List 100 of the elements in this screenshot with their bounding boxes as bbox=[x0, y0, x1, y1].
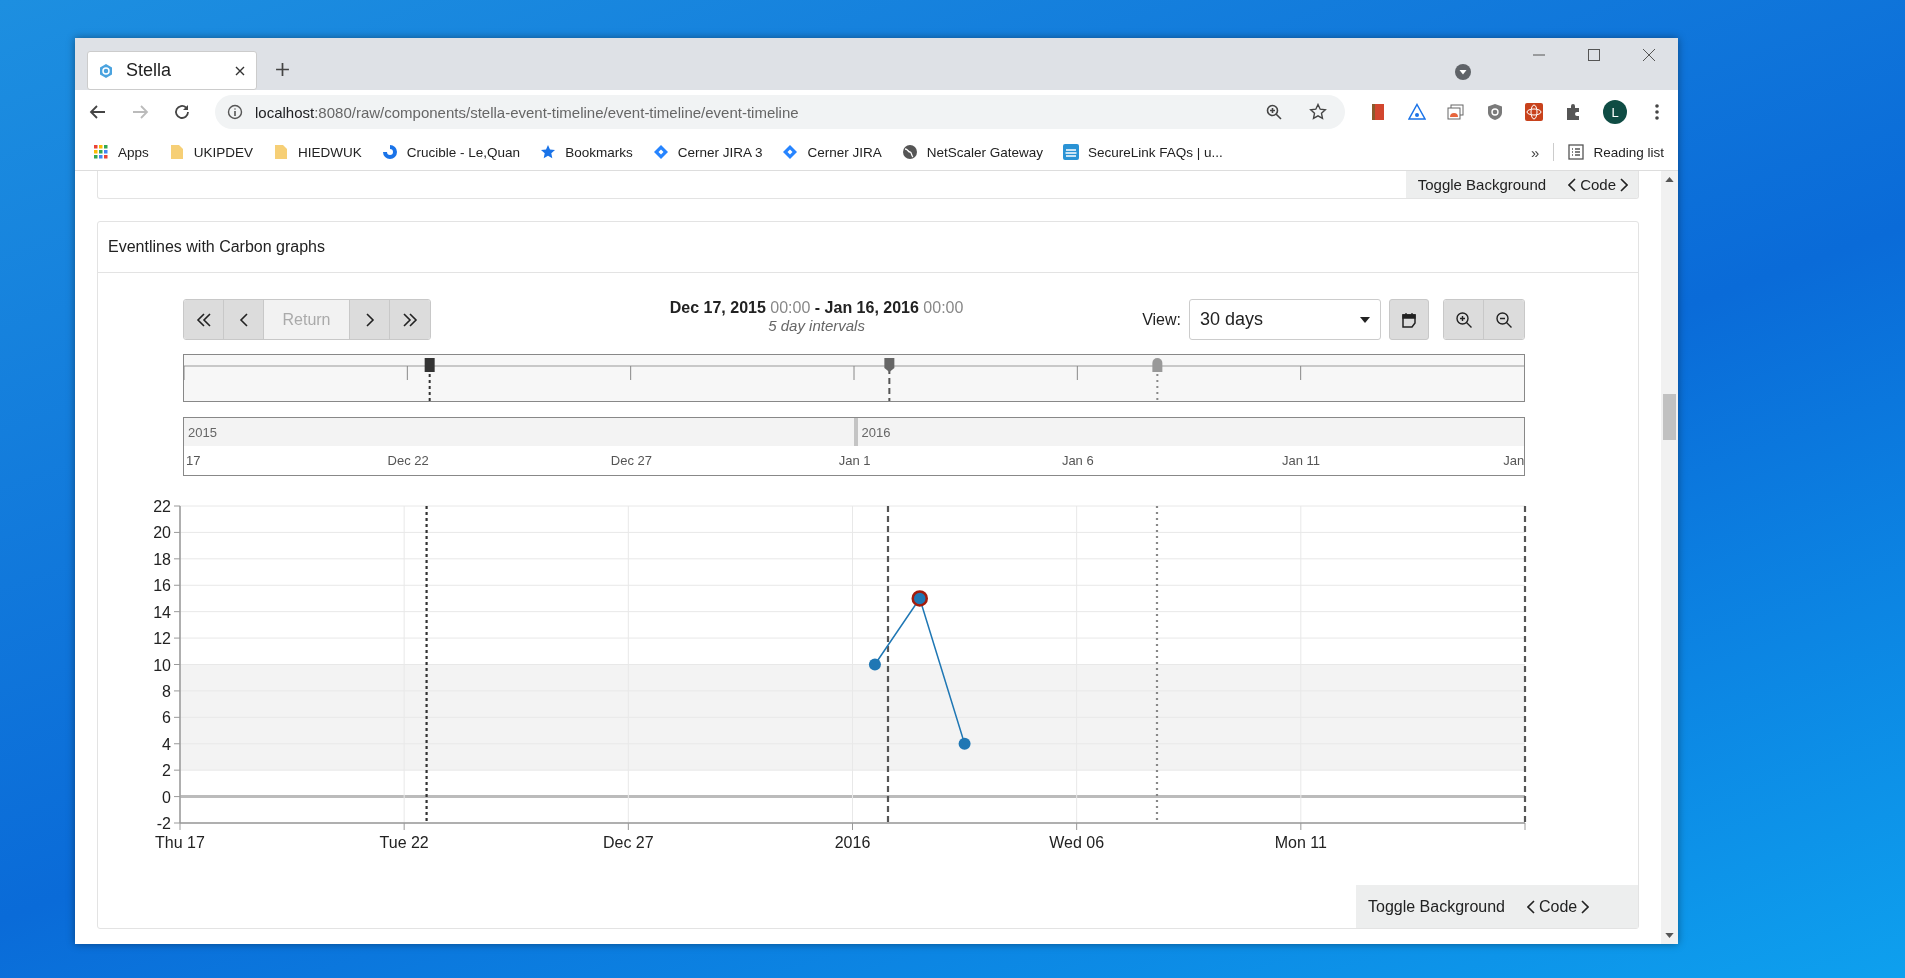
zoom-icon[interactable] bbox=[1265, 103, 1283, 121]
bookmark-item[interactable]: Crucible - Le,Quan bbox=[381, 144, 521, 160]
axis-label: -2 bbox=[156, 815, 171, 832]
selected-data-point[interactable] bbox=[911, 590, 928, 607]
interval-text: 5 day intervals bbox=[767, 317, 866, 334]
axis-label: 0 bbox=[162, 788, 171, 806]
view-select[interactable]: 30 days bbox=[1189, 299, 1381, 340]
axis-label: Tue 22 bbox=[379, 834, 429, 851]
code-button[interactable]: Code bbox=[1515, 885, 1600, 928]
toggle-background-button[interactable]: Toggle Background bbox=[1356, 885, 1515, 928]
event-marker[interactable] bbox=[884, 358, 895, 402]
chevron-left-icon bbox=[1568, 177, 1577, 192]
book-icon[interactable] bbox=[1369, 103, 1387, 121]
close-icon[interactable] bbox=[234, 64, 246, 77]
bookmark-item[interactable]: NetScaler Gateway bbox=[901, 144, 1044, 160]
data-point[interactable] bbox=[958, 737, 971, 750]
maximize-icon[interactable] bbox=[1587, 48, 1601, 62]
scrollbar[interactable] bbox=[1661, 171, 1678, 944]
bookmark-label: SecureLink FAQs | u... bbox=[1088, 144, 1223, 160]
axis-label: 2016 bbox=[834, 834, 871, 851]
axis-label: 16 bbox=[153, 577, 171, 595]
atom-icon[interactable] bbox=[1525, 103, 1543, 121]
date-label: Jan 1 bbox=[838, 453, 871, 468]
year-label: 2015 bbox=[188, 424, 217, 440]
dropdown-icon[interactable] bbox=[1455, 64, 1471, 80]
diamond-icon bbox=[782, 144, 799, 160]
scrollbar-thumb[interactable] bbox=[1663, 394, 1676, 440]
info-icon bbox=[227, 104, 243, 120]
bookmark-item[interactable]: UKIPDEV bbox=[168, 144, 254, 160]
bookmark-item[interactable]: Cerner JIRA 3 bbox=[652, 144, 763, 160]
bookmark-item[interactable]: Cerner JIRA bbox=[782, 144, 882, 160]
swirl-icon bbox=[381, 144, 398, 160]
puzzle-icon[interactable] bbox=[1564, 103, 1582, 121]
double-chevron-left-icon bbox=[195, 311, 212, 328]
folder-icon bbox=[273, 144, 290, 160]
profile-avatar[interactable]: L bbox=[1603, 100, 1627, 124]
chevron-right-icon bbox=[1620, 177, 1628, 192]
axis-label: Wed 06 bbox=[1049, 834, 1105, 851]
bookmark-label: Cerner JIRA bbox=[807, 144, 882, 160]
apps-grid-icon bbox=[93, 144, 109, 160]
axis-label: 4 bbox=[162, 735, 171, 753]
event-marker[interactable] bbox=[424, 358, 435, 402]
bookmark-label: HIEDWUK bbox=[298, 144, 362, 160]
previous-button[interactable] bbox=[224, 300, 264, 339]
star-icon[interactable] bbox=[1309, 103, 1327, 121]
bookmark-label: Apps bbox=[118, 144, 149, 160]
date-label: Jan 11 bbox=[1281, 453, 1321, 468]
browser-tab[interactable]: Stella bbox=[87, 51, 257, 90]
triangle-icon[interactable] bbox=[1408, 103, 1426, 121]
chevron-left-icon bbox=[1527, 899, 1535, 914]
bookmark-label: Crucible - Le,Quan bbox=[406, 144, 521, 160]
double-chevron-right-icon bbox=[402, 311, 418, 328]
date-label: Dec 22 bbox=[387, 453, 429, 468]
last-page-button[interactable] bbox=[390, 300, 430, 339]
card-title: Eventlines with Carbon graphs bbox=[108, 238, 325, 256]
calendar-icon bbox=[1401, 311, 1417, 328]
zoom-out-button[interactable] bbox=[1484, 300, 1524, 339]
zoom-out-icon bbox=[1495, 310, 1513, 329]
calendar-button[interactable] bbox=[1389, 299, 1429, 340]
bookmark-item[interactable]: SecureLink FAQs | u... bbox=[1063, 144, 1223, 160]
zoom-in-icon bbox=[1454, 310, 1473, 329]
toggle-background-button[interactable]: Toggle Background bbox=[1405, 171, 1557, 198]
next-button[interactable] bbox=[350, 300, 390, 339]
address-bar[interactable]: localhost:8080/raw/components/stella-event-timeline/event-timeline/event-timeline bbox=[215, 95, 1345, 129]
bookmark-label: Bookmarks bbox=[565, 144, 633, 160]
back-arrow-icon[interactable] bbox=[89, 103, 107, 121]
view-label: View: bbox=[1142, 310, 1181, 329]
axis-label: Dec 27 bbox=[603, 834, 654, 851]
hexagon-logo-icon bbox=[98, 62, 114, 79]
event-marker[interactable] bbox=[1152, 358, 1163, 402]
plus-icon[interactable] bbox=[275, 62, 290, 77]
axis-label: 22 bbox=[153, 498, 171, 515]
shield-icon[interactable] bbox=[1486, 103, 1504, 121]
reload-icon[interactable] bbox=[173, 103, 191, 121]
windows-icon[interactable] bbox=[1447, 103, 1465, 121]
more-bookmarks-button[interactable]: » bbox=[1531, 143, 1540, 161]
scroll-up-icon[interactable] bbox=[1665, 177, 1674, 182]
close-icon[interactable] bbox=[1642, 48, 1656, 62]
first-page-button[interactable] bbox=[184, 300, 224, 339]
caret-icon bbox=[1360, 316, 1370, 323]
code-button[interactable]: Code bbox=[1556, 171, 1638, 198]
date-label: Jan 6 bbox=[1061, 453, 1094, 468]
list-icon bbox=[1568, 144, 1585, 160]
bookmark-item[interactable]: HIEDWUK bbox=[273, 144, 362, 160]
axis-label: 12 bbox=[153, 630, 171, 648]
year-label: 2016 bbox=[861, 424, 891, 440]
axis-label: 2 bbox=[162, 762, 171, 780]
axis-label: 6 bbox=[162, 709, 171, 727]
diamond-icon bbox=[652, 144, 669, 160]
bookmark-item[interactable]: Apps bbox=[93, 144, 149, 160]
axis-label: 20 bbox=[153, 524, 171, 542]
bookmark-label: UKIPDEV bbox=[193, 144, 254, 160]
scroll-down-icon[interactable] bbox=[1665, 933, 1674, 938]
bookmark-label: Cerner JIRA 3 bbox=[677, 144, 763, 160]
data-point[interactable] bbox=[868, 658, 881, 671]
bookmark-item[interactable]: Bookmarks bbox=[540, 144, 633, 160]
zoom-in-button[interactable] bbox=[1444, 300, 1484, 339]
axis-label: Thu 17 bbox=[155, 834, 205, 851]
bookmark-label: NetScaler Gateway bbox=[926, 144, 1044, 160]
reading-list-button[interactable]: Reading list bbox=[1568, 144, 1664, 160]
